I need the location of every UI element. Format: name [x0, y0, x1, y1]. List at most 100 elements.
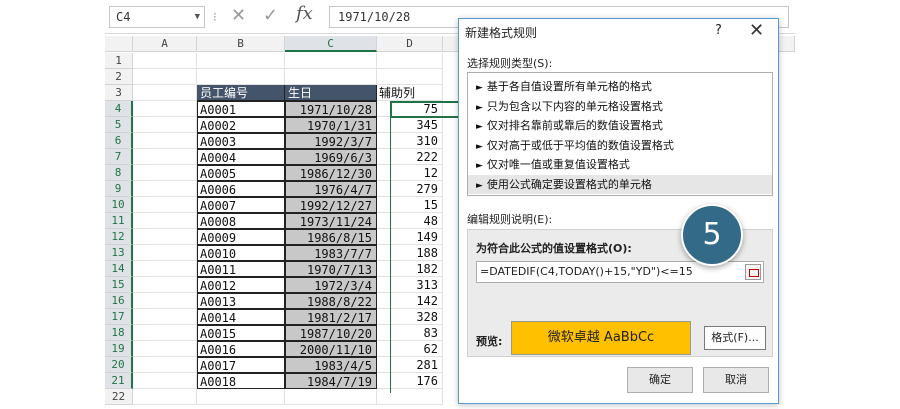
cell[interactable] — [285, 69, 377, 85]
cell[interactable] — [197, 53, 285, 69]
cell[interactable] — [133, 101, 197, 117]
name-box[interactable]: C4 ▼ — [109, 6, 205, 28]
row-header[interactable]: 10 — [105, 197, 133, 213]
cell[interactable] — [133, 389, 197, 405]
row-header[interactable]: 2 — [105, 69, 133, 85]
cell[interactable] — [133, 181, 197, 197]
helper-column-header[interactable]: 辅助列 — [377, 85, 443, 101]
helper-value-cell[interactable]: 48 — [377, 213, 443, 229]
rule-type-item[interactable]: ► 只为包含以下内容的单元格设置格式 — [468, 97, 772, 116]
rule-type-item[interactable]: ► 基于各自值设置所有单元格的格式 — [468, 77, 772, 96]
row-header[interactable]: 16 — [105, 293, 133, 309]
birthday-cell[interactable]: 1970/7/13 — [285, 261, 377, 277]
cell[interactable] — [133, 213, 197, 229]
enter-icon[interactable]: ✓ — [263, 5, 278, 26]
row-header[interactable]: 17 — [105, 309, 133, 325]
birthday-cell[interactable]: 1981/2/17 — [285, 309, 377, 325]
row-header[interactable]: 4 — [105, 101, 133, 117]
column-header-c[interactable]: C — [285, 36, 377, 52]
cell[interactable] — [133, 277, 197, 293]
birthday-cell[interactable]: 1986/8/15 — [285, 229, 377, 245]
cell[interactable] — [133, 165, 197, 181]
table-header-b[interactable]: 员工编号 — [197, 85, 285, 101]
employee-id-cell[interactable]: A0018 — [197, 373, 285, 389]
row-header[interactable]: 1 — [105, 53, 133, 69]
row-header[interactable]: 18 — [105, 325, 133, 341]
cell[interactable] — [133, 85, 197, 101]
column-header-d[interactable]: D — [377, 36, 443, 52]
helper-value-cell[interactable]: 149 — [377, 229, 443, 245]
ok-button[interactable]: 确定 — [627, 367, 693, 393]
row-header[interactable]: 15 — [105, 277, 133, 293]
employee-id-cell[interactable]: A0004 — [197, 149, 285, 165]
birthday-cell[interactable]: 1992/3/7 — [285, 133, 377, 149]
birthday-cell[interactable]: 1983/4/5 — [285, 357, 377, 373]
employee-id-cell[interactable]: A0002 — [197, 117, 285, 133]
row-header[interactable]: 9 — [105, 181, 133, 197]
row-header[interactable]: 8 — [105, 165, 133, 181]
employee-id-cell[interactable]: A0003 — [197, 133, 285, 149]
cell[interactable] — [133, 149, 197, 165]
cell[interactable] — [133, 373, 197, 389]
employee-id-cell[interactable]: A0017 — [197, 357, 285, 373]
birthday-cell[interactable]: 1972/3/4 — [285, 277, 377, 293]
employee-id-cell[interactable]: A0010 — [197, 245, 285, 261]
helper-value-cell[interactable]: 75 — [377, 101, 443, 117]
row-header[interactable]: 22 — [105, 389, 133, 405]
column-header-a[interactable]: A — [133, 36, 197, 52]
cell[interactable] — [285, 389, 377, 405]
drag-handle-icon[interactable]: ⁝ — [213, 10, 217, 24]
rule-type-item[interactable]: ► 仅对唯一值或重复值设置格式 — [468, 155, 772, 174]
birthday-cell[interactable]: 1988/8/22 — [285, 293, 377, 309]
cell[interactable] — [133, 117, 197, 133]
cell[interactable] — [133, 293, 197, 309]
birthday-cell[interactable]: 1983/7/7 — [285, 245, 377, 261]
cell[interactable] — [377, 69, 443, 85]
cell[interactable] — [133, 53, 197, 69]
birthday-cell[interactable]: 1973/11/24 — [285, 213, 377, 229]
row-header[interactable]: 21 — [105, 373, 133, 389]
birthday-cell[interactable]: 1970/1/31 — [285, 117, 377, 133]
cell[interactable] — [197, 69, 285, 85]
cell[interactable] — [133, 229, 197, 245]
row-header[interactable]: 7 — [105, 149, 133, 165]
row-header[interactable]: 6 — [105, 133, 133, 149]
cell[interactable] — [377, 53, 443, 69]
employee-id-cell[interactable]: A0008 — [197, 213, 285, 229]
birthday-cell[interactable]: 1976/4/7 — [285, 181, 377, 197]
column-header-b[interactable]: B — [197, 36, 285, 52]
helper-value-cell[interactable]: 222 — [377, 149, 443, 165]
select-all-corner[interactable] — [105, 36, 133, 52]
range-select-icon[interactable] — [745, 264, 761, 280]
helper-value-cell[interactable]: 62 — [377, 341, 443, 357]
birthday-cell[interactable]: 2000/11/10 — [285, 341, 377, 357]
rule-type-item[interactable]: ► 仅对排名靠前或靠后的数值设置格式 — [468, 116, 772, 135]
birthday-cell[interactable]: 1992/12/27 — [285, 197, 377, 213]
helper-value-cell[interactable]: 12 — [377, 165, 443, 181]
rule-type-item[interactable]: ► 使用公式确定要设置格式的单元格 — [468, 174, 772, 194]
birthday-cell[interactable]: 1971/10/28 — [285, 101, 377, 117]
cell[interactable] — [377, 389, 443, 405]
birthday-cell[interactable]: 1987/10/20 — [285, 325, 377, 341]
close-icon[interactable]: ✕ — [749, 20, 764, 41]
format-button[interactable]: 格式(F)... — [704, 326, 766, 350]
employee-id-cell[interactable]: A0005 — [197, 165, 285, 181]
row-header[interactable]: 5 — [105, 117, 133, 133]
cell[interactable] — [197, 389, 285, 405]
row-header[interactable]: 20 — [105, 357, 133, 373]
cell[interactable] — [133, 133, 197, 149]
row-header[interactable]: 11 — [105, 213, 133, 229]
helper-value-cell[interactable]: 310 — [377, 133, 443, 149]
helper-value-cell[interactable]: 142 — [377, 293, 443, 309]
helper-value-cell[interactable]: 176 — [377, 373, 443, 389]
helper-value-cell[interactable]: 15 — [377, 197, 443, 213]
cell[interactable] — [133, 261, 197, 277]
employee-id-cell[interactable]: A0009 — [197, 229, 285, 245]
employee-id-cell[interactable]: A0016 — [197, 341, 285, 357]
cell[interactable] — [133, 69, 197, 85]
helper-value-cell[interactable]: 281 — [377, 357, 443, 373]
rule-type-item[interactable]: ► 仅对高于或低于平均值的数值设置格式 — [468, 136, 772, 155]
rule-type-list[interactable]: ► 基于各自值设置所有单元格的格式 ► 只为包含以下内容的单元格设置格式 ► 仅对排名靠前… — [467, 72, 773, 196]
row-header[interactable]: 19 — [105, 341, 133, 357]
cell[interactable] — [133, 357, 197, 373]
